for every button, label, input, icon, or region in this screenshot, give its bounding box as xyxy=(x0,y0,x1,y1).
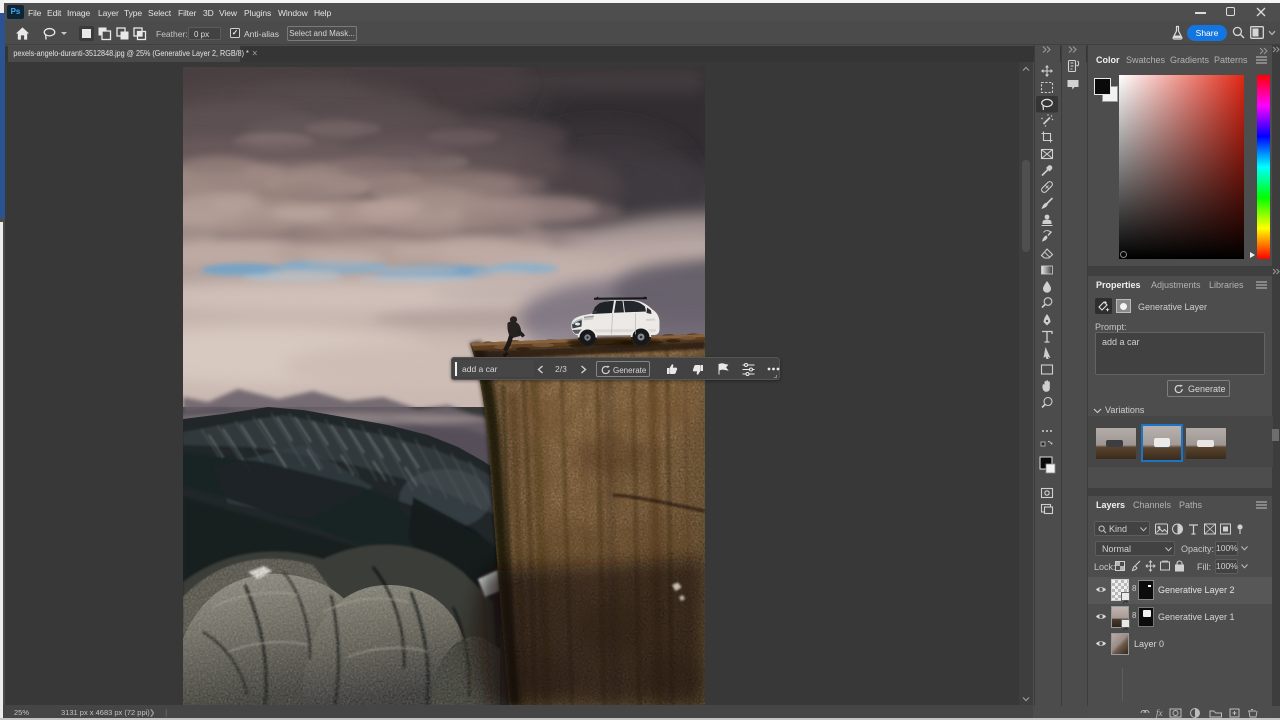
svg-text:fx: fx xyxy=(1156,708,1163,718)
